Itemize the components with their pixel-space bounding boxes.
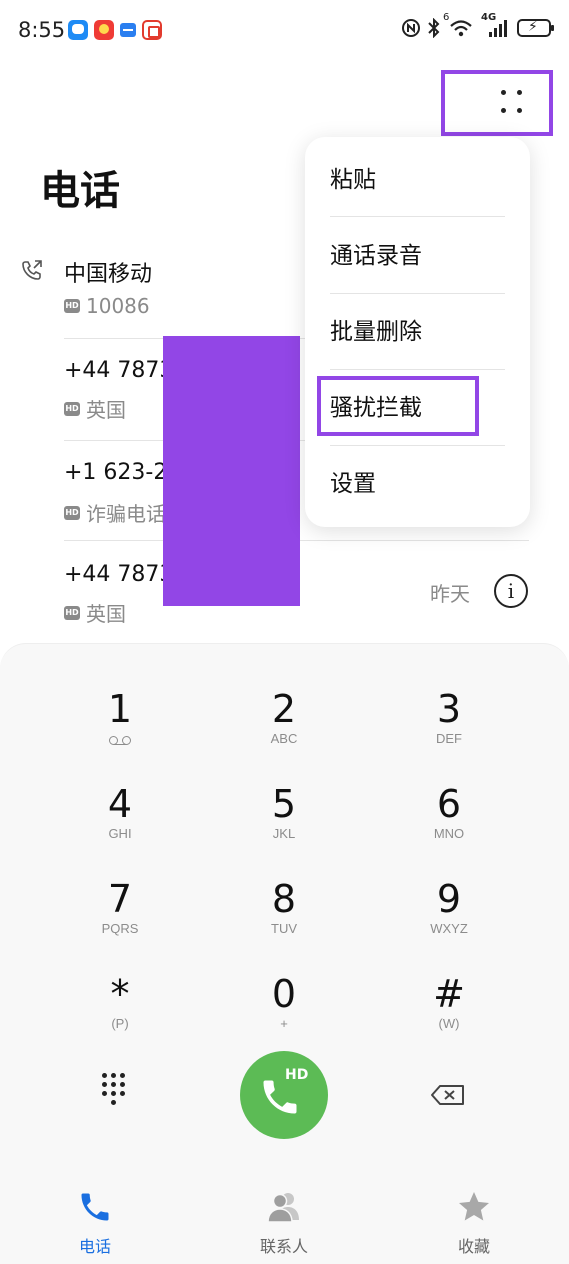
dialpad-key-1[interactable]: 1 [60,686,180,776]
dialpad-key-hash[interactable]: # (W) [389,971,509,1061]
phone-icon [81,1193,109,1221]
info-icon[interactable]: i [494,574,528,608]
message-app-icon [68,20,88,40]
nav-tab-contacts[interactable]: 联系人 [224,1183,344,1256]
dialpad-key-3[interactable]: 3 DEF [389,686,509,776]
hd-call-icon: HD [64,605,80,620]
caller-detail: HD 英国 [64,394,126,423]
caller-detail: HD 诈骗电话 [64,498,166,527]
wifi-badge: 6 [443,12,450,23]
bottom-nav: 电话 联系人 收藏 [0,1173,569,1264]
dialpad-key-5[interactable]: 5 JKL [224,781,344,871]
caller-number: +44 7873 [64,358,174,383]
hd-call-icon: HD [64,505,80,520]
voicemail-icon [109,735,131,745]
star-icon [459,1192,489,1221]
app-notification-icon [94,20,114,40]
nfc-icon [402,19,420,37]
highlight-box [317,376,479,436]
page-title: 电话 [40,168,120,214]
caller-name: 中国移动 [64,262,153,287]
menu-item-settings[interactable]: 设置 [330,446,505,522]
hd-call-icon: HD [64,401,80,416]
caller-detail: HD 10086 [64,294,150,318]
caller-location: 英国 [86,602,126,626]
wifi-6-icon: 6 [443,12,475,38]
dialpad-key-star[interactable]: * (P) [60,971,180,1061]
dialpad-key-2[interactable]: 2 ABC [224,686,344,776]
signal-4g-icon: 4G [481,12,511,38]
hd-call-icon: HD [64,299,80,313]
redaction-overlay [163,336,300,606]
bank-app-icon [120,23,136,37]
more-options-menu: 粘贴 通话录音 批量删除 骚扰拦截 设置 [305,137,530,527]
status-bar: 8:55 6 4G ⚡ [0,0,569,62]
dialpad-toggle-icon[interactable] [102,1073,138,1113]
caller-location: 英国 [86,398,126,422]
dialpad-key-7[interactable]: 7 PQRS [60,876,180,966]
nav-tab-phone[interactable]: 电话 [35,1183,155,1256]
more-options-button[interactable] [441,70,553,136]
call-button[interactable]: HD [240,1051,328,1139]
call-time: 昨天 [430,582,470,606]
caller-number: +1 623-2 [64,460,168,485]
caller-number: 10086 [86,294,150,318]
notification-icons [68,20,162,40]
caller-number: +44 7873 [64,562,174,587]
dialpad-key-9[interactable]: 9 WXYZ [389,876,509,966]
bluetooth-icon [428,18,440,38]
dialpad-key-4[interactable]: 4 GHI [60,781,180,871]
caller-detail: HD 英国 [64,598,126,627]
caller-location: 诈骗电话 [86,502,166,526]
taobao-icon [142,20,162,40]
menu-item-paste[interactable]: 粘贴 [330,142,505,218]
dialpad-key-0[interactable]: 0 + [224,971,344,1061]
phone-icon [263,1080,297,1114]
menu-item-batch-delete[interactable]: 批量删除 [330,294,505,370]
menu-divider [330,216,505,217]
more-dots-icon [501,90,523,114]
system-icons: 6 4G ⚡ [401,12,554,38]
contacts-icon [267,1193,299,1223]
battery-charging-icon: ⚡ [517,19,554,37]
dialpad-key-6[interactable]: 6 MNO [389,781,509,871]
nav-tab-favorites[interactable]: 收藏 [414,1183,534,1256]
dialpad-key-8[interactable]: 8 TUV [224,876,344,966]
status-time: 8:55 [18,18,66,42]
menu-item-call-recording[interactable]: 通话录音 [330,218,505,294]
backspace-icon[interactable] [430,1083,466,1107]
